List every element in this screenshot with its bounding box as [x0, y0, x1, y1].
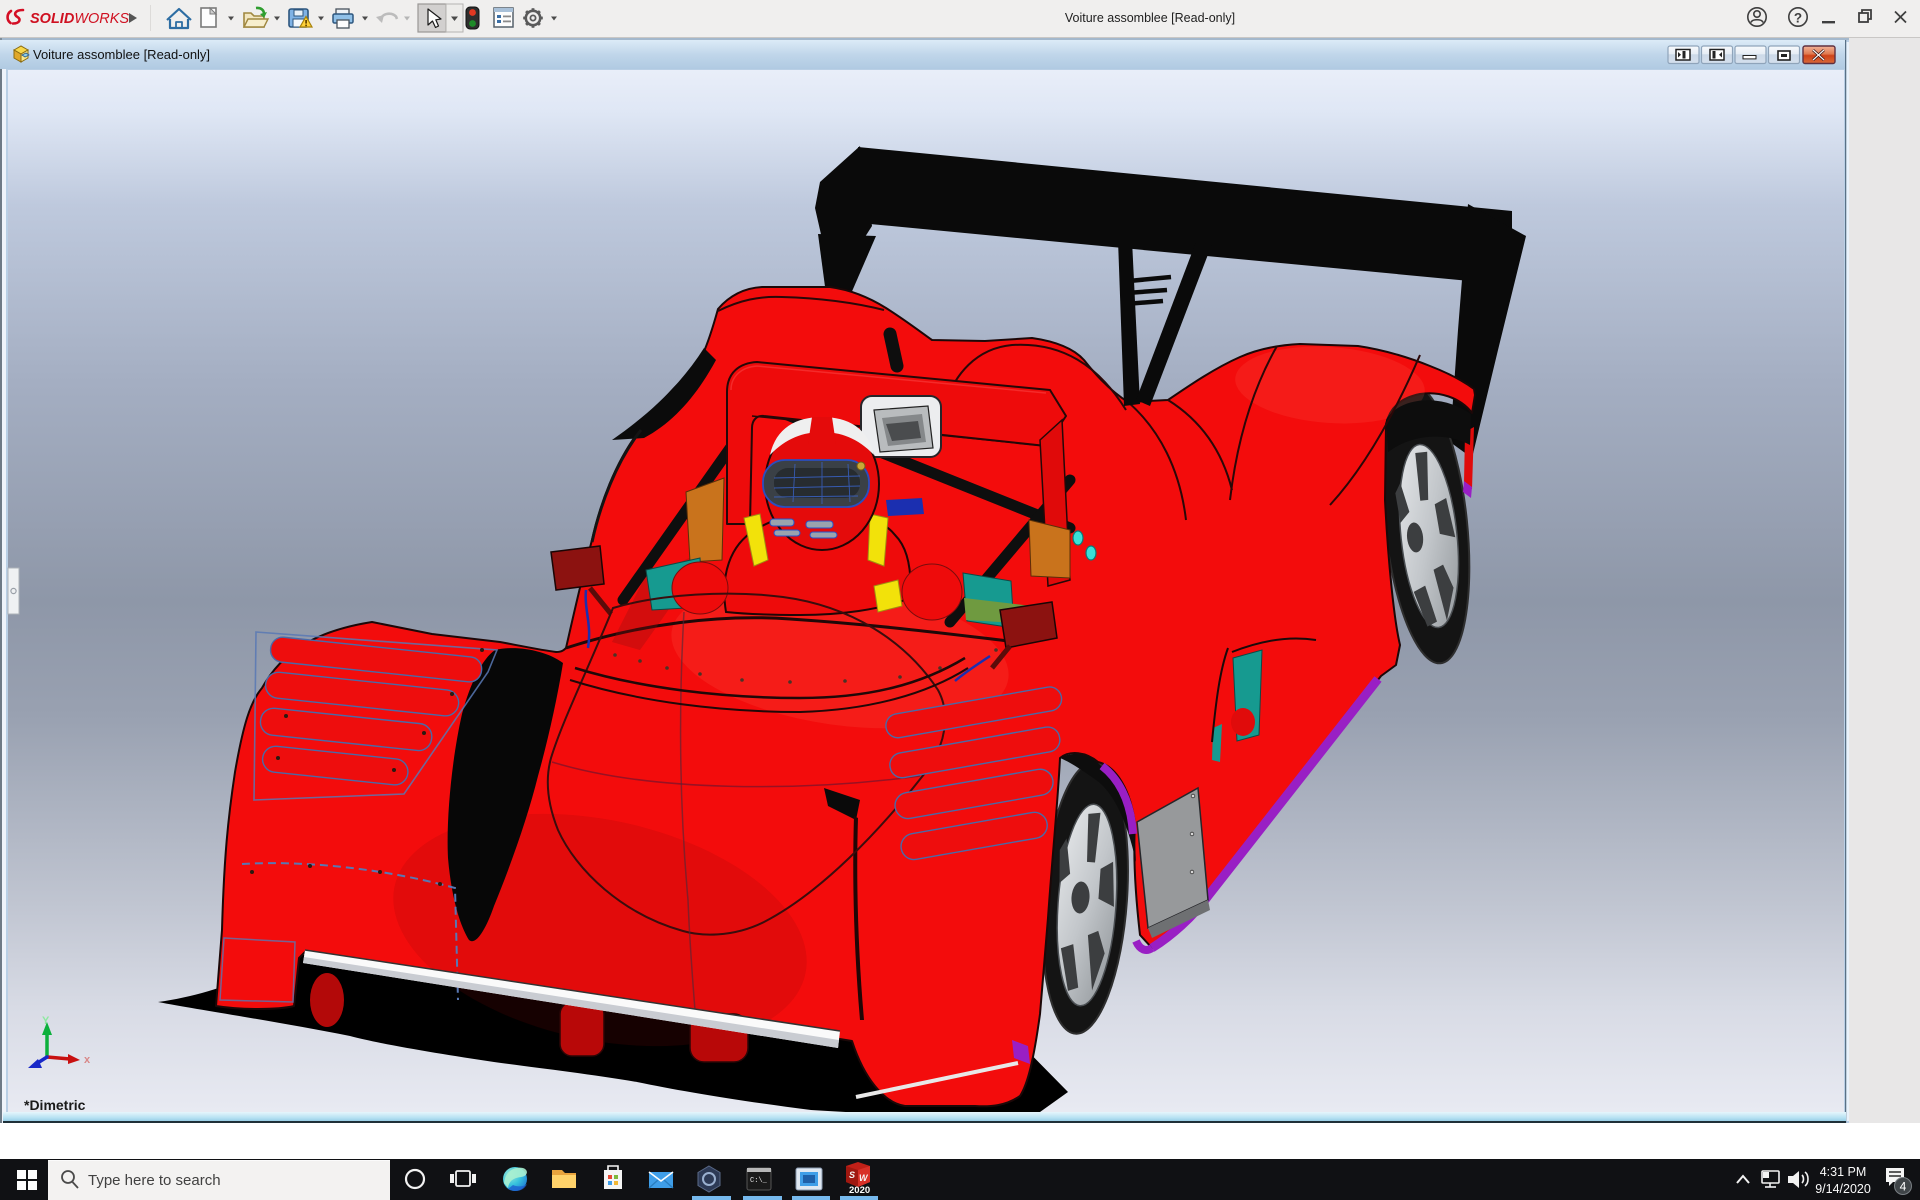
svg-text:9/14/2020: 9/14/2020	[1815, 1182, 1871, 1196]
svg-text:SOLIDWORKS: SOLIDWORKS	[30, 11, 129, 27]
svg-text:x: x	[84, 1054, 91, 1066]
svg-text:?: ?	[1794, 11, 1802, 26]
svg-text:*Dimetric: *Dimetric	[24, 1097, 86, 1113]
svg-text:4: 4	[1900, 1180, 1907, 1194]
svg-text:Type here to search: Type here to search	[88, 1172, 221, 1189]
svg-text:2020: 2020	[849, 1185, 870, 1196]
svg-text:Y: Y	[42, 1015, 50, 1027]
svg-text:Voiture assomblee [Read-only]: Voiture assomblee [Read-only]	[33, 47, 210, 62]
svg-text:C:\_: C:\_	[750, 1177, 768, 1185]
svg-text:Voiture assomblee [Read-only]: Voiture assomblee [Read-only]	[1065, 11, 1235, 25]
svg-text:S: S	[849, 1170, 855, 1180]
svg-text:4:31 PM: 4:31 PM	[1820, 1165, 1867, 1179]
